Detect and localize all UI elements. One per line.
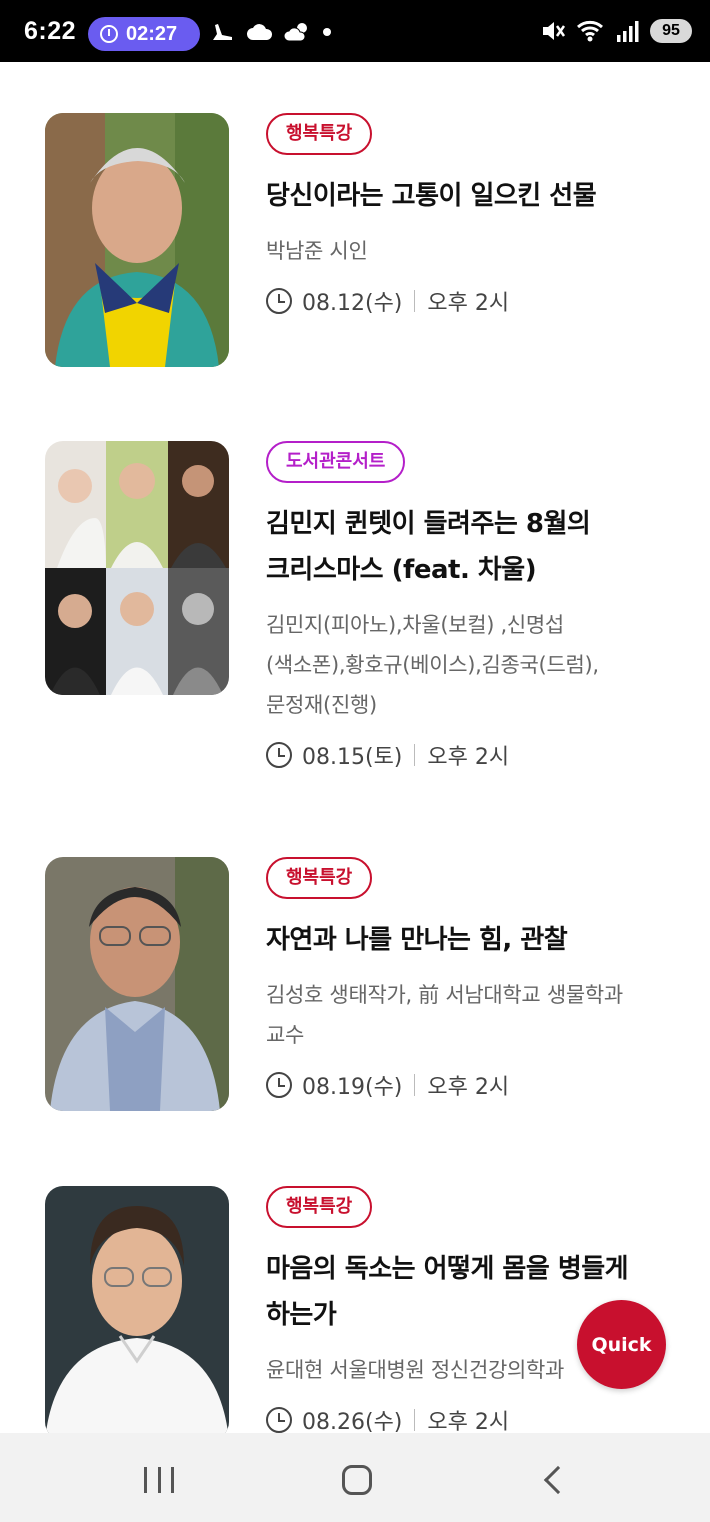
event-speaker-line: 김민지(피아노),차울(보컬) ,신명섭 xyxy=(266,613,564,637)
event-title-line: 마음의 독소는 어떻게 몸을 병들게 xyxy=(266,1254,629,1284)
performer-photos[interactable] xyxy=(45,441,229,695)
event-title-line: 자연과 나를 만나는 힘, 관찰 xyxy=(266,925,568,955)
speaker-photo[interactable] xyxy=(45,113,229,367)
event-datetime: 08.19(수) 오후 2시 xyxy=(266,1067,676,1103)
event-title-line: 김민지 퀸텟이 들려주는 8월의 xyxy=(266,509,591,539)
collage-image xyxy=(45,441,229,695)
portrait-image xyxy=(45,1186,229,1440)
category-tag[interactable]: 행복특강 xyxy=(266,857,373,899)
clock-icon xyxy=(266,1407,292,1433)
divider xyxy=(414,290,416,312)
quick-button[interactable]: Quick xyxy=(577,1300,666,1389)
event-date: 08.15(토) xyxy=(302,745,403,770)
battery-indicator: 95 xyxy=(650,19,692,43)
event-content: 행복특강 자연과 나를 만나는 힘, 관찰 김성호 생태작가, 前 서남대학교 … xyxy=(266,857,676,1103)
event-content: 행복특강 당신이라는 고통이 일으킨 선물 박남준 시인 08.12(수) 오후… xyxy=(266,113,676,319)
clock-icon xyxy=(266,1072,292,1098)
event-title[interactable]: 김민지 퀸텟이 들려주는 8월의 크리스마스 (feat. 차울) xyxy=(266,501,676,593)
system-icons: 95 xyxy=(540,18,692,44)
back-icon[interactable] xyxy=(543,1465,573,1495)
event-speaker-line: 김성호 생태작가, 前 서남대학교 생물학과 xyxy=(266,983,623,1007)
partly-sunny-icon xyxy=(284,23,307,42)
event-title-line: 크리스마스 (feat. 차울) xyxy=(266,555,537,585)
divider xyxy=(414,744,416,766)
notification-icons xyxy=(210,20,332,44)
navigation-bar xyxy=(0,1433,710,1522)
status-time: 6:22 xyxy=(24,17,77,45)
event-speaker: 박남준 시인 xyxy=(266,231,676,271)
dot-icon xyxy=(323,28,331,36)
event-speaker: 김민지(피아노),차울(보컬) ,신명섭 (색소폰),황호규(베이스),김종국(… xyxy=(266,605,676,725)
divider xyxy=(414,1409,416,1431)
portrait-image xyxy=(45,113,229,367)
stride-icon xyxy=(213,24,232,40)
event-date: 08.26(수) xyxy=(302,1410,403,1435)
clock-icon xyxy=(266,288,292,314)
event-title[interactable]: 자연과 나를 만나는 힘, 관찰 xyxy=(266,917,676,963)
alarm-time: 02:27 xyxy=(126,22,178,45)
event-datetime: 08.15(토) 오후 2시 xyxy=(266,737,676,773)
alarm-clock-icon xyxy=(100,25,118,43)
event-speaker: 김성호 생태작가, 前 서남대학교 생물학과 교수 xyxy=(266,975,676,1055)
mute-icon xyxy=(543,22,566,40)
signal-icon xyxy=(617,21,639,42)
event-time: 오후 2시 xyxy=(427,1410,510,1435)
event-speaker-line: (색소폰),황호규(베이스),김종국(드럼), xyxy=(266,653,599,677)
event-title-line: 당신이라는 고통이 일으킨 선물 xyxy=(266,181,597,211)
event-time: 오후 2시 xyxy=(427,745,510,770)
speaker-photo[interactable] xyxy=(45,857,229,1111)
event-speaker-line: 박남준 시인 xyxy=(266,239,368,263)
event-time: 오후 2시 xyxy=(427,1075,510,1100)
clock-icon xyxy=(266,742,292,768)
alarm-chip[interactable]: 02:27 xyxy=(88,17,200,51)
cloud-icon xyxy=(247,24,273,40)
wifi-icon xyxy=(577,20,603,42)
portrait-image xyxy=(45,857,229,1111)
category-tag[interactable]: 행복특강 xyxy=(266,113,373,155)
event-datetime: 08.12(수) 오후 2시 xyxy=(266,283,676,319)
event-time: 오후 2시 xyxy=(427,291,510,316)
event-date: 08.19(수) xyxy=(302,1075,403,1100)
divider xyxy=(414,1074,416,1096)
home-icon[interactable] xyxy=(342,1465,372,1495)
speaker-photo[interactable] xyxy=(45,1186,229,1440)
event-speaker-line: 문정재(진행) xyxy=(266,693,377,717)
recents-icon[interactable] xyxy=(144,1467,174,1493)
event-speaker-line: 교수 xyxy=(266,1023,305,1047)
event-title[interactable]: 당신이라는 고통이 일으킨 선물 xyxy=(266,173,676,219)
event-content: 도서관콘서트 김민지 퀸텟이 들려주는 8월의 크리스마스 (feat. 차울)… xyxy=(266,441,676,773)
category-tag[interactable]: 행복특강 xyxy=(266,1186,373,1228)
category-tag[interactable]: 도서관콘서트 xyxy=(266,441,406,483)
event-date: 08.12(수) xyxy=(302,291,403,316)
status-bar: 6:22 02:27 95 xyxy=(0,0,710,62)
